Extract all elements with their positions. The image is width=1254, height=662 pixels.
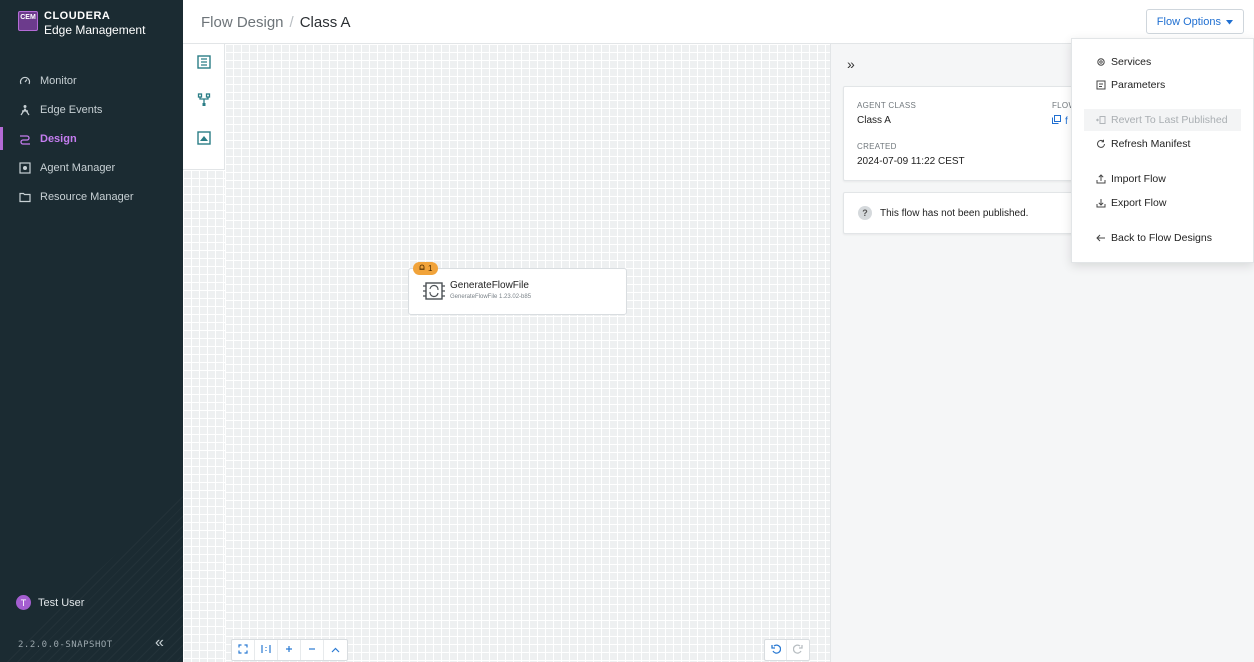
history-toolbar bbox=[764, 639, 810, 661]
processor-icon bbox=[197, 54, 211, 72]
brand-name: CLOUDERA bbox=[44, 10, 111, 22]
sidebar-item-label: Monitor bbox=[40, 74, 77, 87]
flow-id-value[interactable]: f bbox=[1065, 116, 1068, 127]
sidebar-nav: Monitor Edge Events Design Agent Manager… bbox=[0, 66, 183, 211]
processor-alert-badge[interactable]: 1 bbox=[413, 262, 439, 275]
redo-button[interactable] bbox=[787, 640, 809, 660]
version-label: 2.2.0.0-SNAPSHOT bbox=[18, 640, 113, 650]
person-icon bbox=[18, 103, 32, 117]
created-label: CREATED bbox=[857, 142, 897, 151]
processor-tool[interactable] bbox=[183, 44, 225, 82]
agent-class-label: AGENT CLASS bbox=[857, 101, 917, 110]
agent-icon bbox=[18, 161, 32, 175]
sidebar-item-design[interactable]: Design bbox=[0, 124, 183, 153]
flow-options-button[interactable]: Flow Options bbox=[1145, 9, 1244, 34]
publish-status-text: This flow has not been published. bbox=[880, 207, 1029, 219]
undo-button[interactable] bbox=[765, 640, 787, 660]
alert-count: 1 bbox=[428, 264, 433, 273]
menu-item-label: Parameters bbox=[1111, 79, 1166, 91]
fit-icon bbox=[238, 643, 248, 657]
menu-item-label: Export Flow bbox=[1111, 197, 1167, 209]
sidebar: CEM CLOUDERA Edge Management Monitor Edg… bbox=[0, 0, 183, 662]
menu-item-services[interactable]: Services bbox=[1084, 51, 1241, 73]
user-menu[interactable]: T Test User bbox=[16, 595, 84, 610]
zoom-in-icon bbox=[285, 644, 293, 656]
sidebar-item-monitor[interactable]: Monitor bbox=[0, 66, 183, 95]
sidebar-item-label: Edge Events bbox=[40, 103, 103, 116]
refresh-icon bbox=[1096, 139, 1106, 149]
arrow-left-icon bbox=[1096, 233, 1106, 243]
zoom-in-button[interactable] bbox=[278, 640, 301, 660]
sidebar-item-agent-manager[interactable]: Agent Manager bbox=[0, 153, 183, 182]
breadcrumb-current: Class A bbox=[299, 14, 351, 31]
up-icon bbox=[331, 644, 340, 656]
component-toolbar bbox=[183, 44, 225, 170]
cem-logo-badge: CEM bbox=[18, 11, 38, 31]
sidebar-item-label: Resource Manager bbox=[40, 190, 134, 203]
processor-title: GenerateFlowFile bbox=[450, 280, 529, 291]
created-value: 2024-07-09 11:22 CEST bbox=[857, 156, 965, 167]
label-tool[interactable] bbox=[183, 120, 225, 158]
user-name: Test User bbox=[38, 596, 85, 609]
product-name: Edge Management bbox=[44, 23, 146, 37]
parameters-icon bbox=[1096, 80, 1106, 90]
funnel-icon bbox=[197, 92, 211, 110]
processor-node[interactable]: GenerateFlowFile GenerateFlowFile 1.23.0… bbox=[408, 268, 627, 315]
collapse-panel-icon[interactable]: » bbox=[847, 56, 855, 72]
up-button[interactable] bbox=[324, 640, 347, 660]
flow-canvas[interactable] bbox=[225, 44, 830, 662]
zoom-toolbar bbox=[231, 639, 348, 661]
copy-icon[interactable] bbox=[1052, 115, 1061, 127]
collapse-sidebar-icon[interactable]: « bbox=[155, 634, 164, 652]
generate-flowfile-icon bbox=[423, 281, 445, 301]
undo-icon bbox=[770, 643, 781, 657]
canvas-margin bbox=[183, 170, 225, 662]
zoom-out-icon bbox=[308, 644, 316, 656]
funnel-tool[interactable] bbox=[183, 82, 225, 120]
sidebar-item-edge-events[interactable]: Edge Events bbox=[0, 95, 183, 124]
flow-options-menu: Services Parameters Revert To Last Publi… bbox=[1071, 38, 1254, 263]
revert-icon bbox=[1096, 115, 1106, 125]
fit-button[interactable] bbox=[232, 640, 255, 660]
menu-item-refresh-manifest[interactable]: Refresh Manifest bbox=[1084, 133, 1241, 155]
breadcrumb: Flow Design / Class A bbox=[201, 14, 351, 31]
breadcrumb-flow-design[interactable]: Flow Design bbox=[201, 14, 284, 31]
label-icon bbox=[197, 130, 211, 148]
actual-size-icon bbox=[261, 644, 271, 657]
question-icon: ? bbox=[858, 206, 872, 220]
bell-icon bbox=[419, 264, 425, 273]
menu-item-back-to-flow-designs[interactable]: Back to Flow Designs bbox=[1084, 227, 1241, 249]
gauge-icon bbox=[18, 74, 32, 88]
upload-icon bbox=[1096, 174, 1106, 184]
folder-icon bbox=[18, 190, 32, 204]
app-logo[interactable]: CEM CLOUDERA Edge Management bbox=[18, 11, 145, 36]
menu-item-label: Revert To Last Published bbox=[1111, 114, 1228, 126]
breadcrumb-separator: / bbox=[289, 14, 294, 31]
processor-subtitle: GenerateFlowFile 1.23.02-b85 bbox=[450, 294, 532, 300]
menu-item-revert[interactable]: Revert To Last Published bbox=[1084, 109, 1241, 131]
menu-item-label: Refresh Manifest bbox=[1111, 138, 1191, 150]
menu-item-label: Import Flow bbox=[1111, 173, 1166, 185]
actual-size-button[interactable] bbox=[255, 640, 278, 660]
agent-class-value: Class A bbox=[857, 115, 891, 126]
download-icon bbox=[1096, 198, 1106, 208]
caret-down-icon bbox=[1226, 16, 1233, 28]
menu-item-label: Services bbox=[1111, 56, 1152, 68]
menu-item-parameters[interactable]: Parameters bbox=[1084, 74, 1241, 96]
sidebar-item-label: Agent Manager bbox=[40, 161, 116, 174]
sidebar-item-resource-manager[interactable]: Resource Manager bbox=[0, 182, 183, 211]
gear-icon bbox=[1096, 57, 1106, 67]
flow-icon bbox=[18, 132, 32, 146]
sidebar-item-label: Design bbox=[40, 132, 77, 145]
menu-item-label: Back to Flow Designs bbox=[1111, 232, 1212, 244]
flow-options-label: Flow Options bbox=[1156, 15, 1221, 28]
menu-item-import-flow[interactable]: Import Flow bbox=[1084, 168, 1241, 190]
avatar: T bbox=[16, 595, 31, 610]
zoom-out-button[interactable] bbox=[301, 640, 324, 660]
menu-item-export-flow[interactable]: Export Flow bbox=[1084, 192, 1241, 214]
redo-icon bbox=[792, 643, 803, 657]
